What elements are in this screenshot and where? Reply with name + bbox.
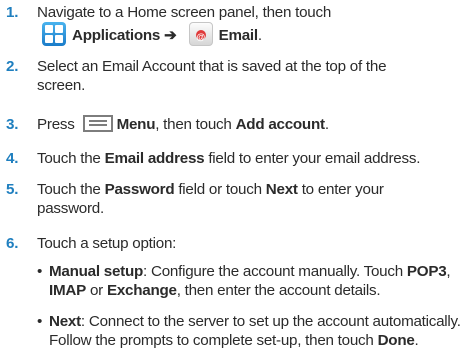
step-number: 3.: [6, 116, 19, 133]
step-body: Navigate to a Home screen panel, then to…: [37, 3, 462, 46]
step-text: Select an Email Account that is saved at…: [37, 58, 387, 75]
step-body: Press Menu, then touch Add account.: [37, 114, 462, 134]
password-label: Password: [104, 181, 175, 198]
applications-label: Applications: [72, 27, 161, 45]
option-line: Next: Connect to the server to set up th…: [49, 312, 462, 331]
step-text: Touch the: [37, 150, 101, 167]
punctuation: .: [324, 116, 329, 133]
exchange-label: Exchange: [106, 282, 177, 299]
step-body: Touch the Email address field to enter y…: [37, 149, 462, 168]
applications-grid-icon: [42, 22, 66, 46]
step-body: Touch a setup option:: [37, 234, 462, 253]
step-number: 4.: [6, 150, 19, 167]
option-text: or: [89, 282, 103, 299]
instruction-page: 1. Navigate to a Home screen panel, then…: [0, 0, 466, 354]
step-text: field to enter your email address.: [208, 150, 421, 167]
step-text: screen.: [37, 77, 86, 94]
step-number: 5.: [6, 181, 19, 198]
option-body: Manual setup: Configure the account manu…: [49, 262, 462, 300]
step-text: to enter your: [301, 181, 384, 198]
option-text: : Connect to the server to set up the ac…: [80, 313, 461, 330]
step-body: Touch the Password field or touch Next t…: [37, 180, 462, 218]
step-body: Select an Email Account that is saved at…: [37, 57, 462, 95]
imap-label: IMAP: [49, 282, 86, 299]
step-line: Navigate to a Home screen panel, then to…: [37, 3, 462, 22]
punctuation: .: [257, 27, 262, 45]
email-address-label: Email address: [104, 150, 205, 167]
bullet: •: [37, 263, 43, 280]
manual-setup-label: Manual setup: [49, 263, 144, 280]
add-account-label: Add account: [235, 116, 325, 133]
menu-key-icon: [82, 114, 113, 132]
option-text: , then enter the account details.: [176, 282, 381, 299]
menu-label: Menu: [116, 116, 156, 133]
step-text: Touch a setup option:: [37, 235, 177, 252]
option-body: Next: Connect to the server to set up th…: [49, 312, 462, 350]
arrow-icon: ➔: [164, 27, 177, 45]
option-line: IMAP or Exchange, then enter the account…: [49, 281, 462, 300]
punctuation: .: [414, 332, 419, 349]
step-text: Press: [37, 116, 75, 133]
done-label: Done: [377, 332, 415, 349]
bullet: •: [37, 313, 43, 330]
option-line: Manual setup: Configure the account manu…: [49, 262, 462, 281]
punctuation: ,: [446, 263, 451, 280]
step-number: 2.: [6, 58, 19, 75]
next-label: Next: [265, 181, 298, 198]
option-text: Follow the prompts to complete set-up, t…: [49, 332, 374, 349]
step-text: Navigate to a Home screen panel, then to…: [37, 4, 332, 21]
step-line: Applications ➔ @ Email.: [37, 22, 462, 46]
step-text: Touch the: [37, 181, 101, 198]
step-text: password.: [37, 200, 104, 217]
step-number: 1.: [6, 4, 19, 21]
option-line: Follow the prompts to complete set-up, t…: [49, 331, 462, 350]
email-app-icon: @: [188, 22, 213, 46]
email-label: Email: [218, 27, 259, 45]
step-text: , then touch: [155, 116, 232, 133]
option-text: : Configure the account manually. Touch: [143, 263, 403, 280]
next-option-label: Next: [49, 313, 81, 330]
pop3-label: POP3: [406, 263, 447, 280]
step-number: 6.: [6, 235, 19, 252]
step-text: field or touch: [178, 181, 262, 198]
step-line: Touch the Password field or touch Next t…: [37, 180, 462, 199]
